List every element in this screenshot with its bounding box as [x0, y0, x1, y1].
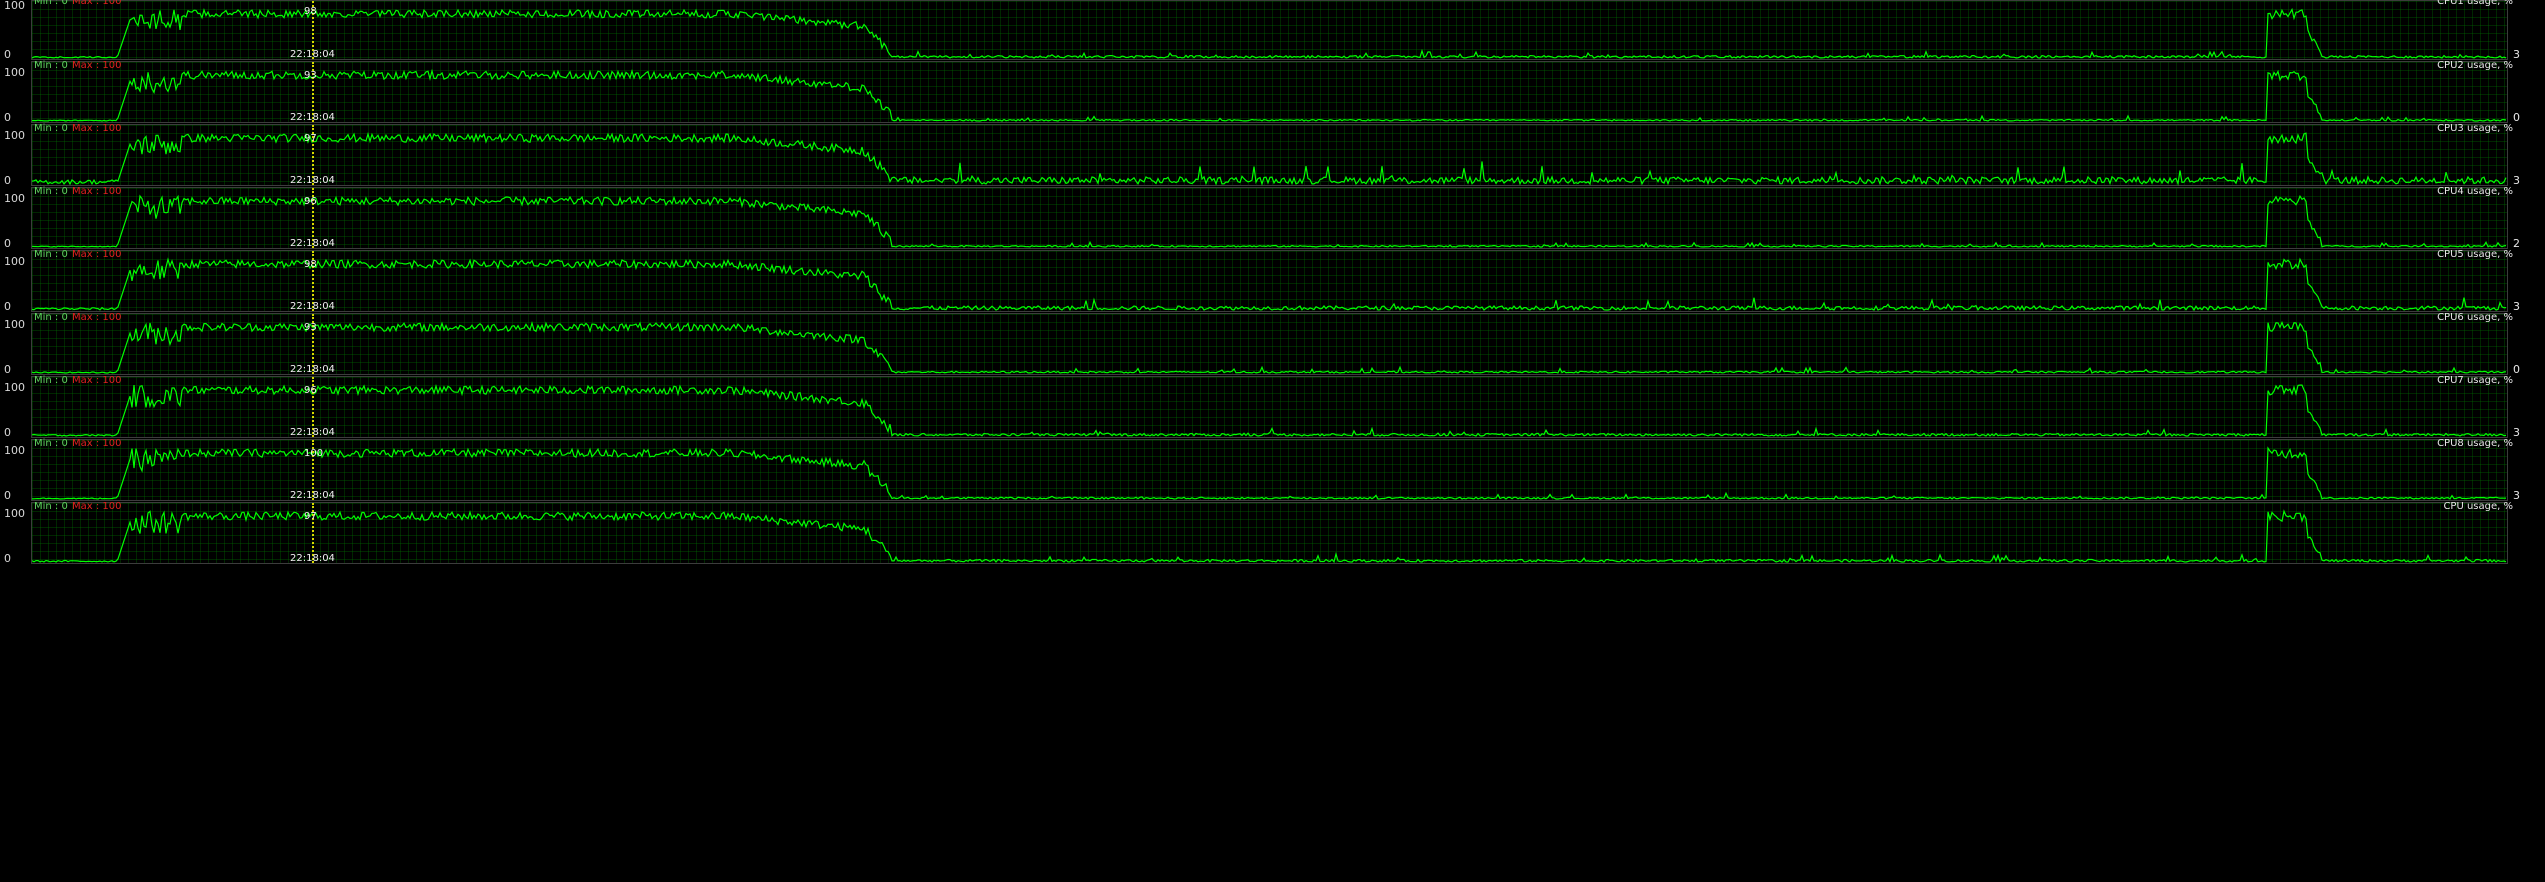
y-axis-min-label: 0: [4, 237, 11, 250]
usage-trace: [32, 7, 2507, 59]
current-value-label: 2: [2513, 237, 2520, 250]
graph-title: CPU7 usage, %: [2437, 375, 2513, 386]
graph-panel-4[interactable]: 100 0 Min : 0 Max : 100 CPU4 usage, % 96 22:18…: [0, 186, 2545, 250]
y-axis-max-label: 100: [4, 129, 25, 142]
min-value-label: Min : 0: [34, 0, 68, 7]
graph-panel-9[interactable]: 100 0 Min : 0 Max : 100 CPU usage, % 97 22:18:…: [0, 501, 2545, 565]
graph-panel-8[interactable]: 100 0 Min : 0 Max : 100 CPU8 usage, % 100 22:1…: [0, 438, 2545, 502]
usage-trace: [32, 68, 2507, 122]
y-axis-max-label: 100: [4, 66, 25, 79]
min-value-label: Min : 0: [34, 249, 68, 260]
y-axis-min-label: 0: [4, 48, 11, 61]
max-value-label: Max : 100: [72, 123, 122, 134]
graph-panel-2[interactable]: 100 0 Min : 0 Max : 100 CPU2 usage, % 93 22:18…: [0, 60, 2545, 124]
usage-trace: [32, 131, 2507, 187]
usage-trace: [32, 509, 2507, 564]
graph-panel-6[interactable]: 100 0 Min : 0 Max : 100 CPU6 usage, % 93 22:18…: [0, 312, 2545, 376]
graph-panel-7[interactable]: 100 0 Min : 0 Max : 100 CPU7 usage, % 96 22:18…: [0, 375, 2545, 439]
cursor-value-label: 93: [304, 70, 317, 81]
graph-plot-area[interactable]: [31, 250, 2508, 312]
y-axis-max-label: 100: [4, 318, 25, 331]
usage-trace: [32, 257, 2507, 312]
y-axis-max-label: 100: [4, 0, 25, 12]
y-axis-max-label: 100: [4, 444, 25, 457]
max-value-label: Max : 100: [72, 375, 122, 386]
min-value-label: Min : 0: [34, 312, 68, 323]
y-axis-min-label: 0: [4, 111, 11, 124]
cursor-value-label: 98: [304, 6, 317, 17]
graph-plot-area[interactable]: [31, 124, 2508, 187]
graph-plot-area[interactable]: [31, 61, 2508, 123]
min-value-label: Min : 0: [34, 123, 68, 134]
cursor-value-label: 97: [304, 511, 317, 522]
graph-title: CPU1 usage, %: [2437, 0, 2513, 7]
graph-title: CPU5 usage, %: [2437, 249, 2513, 260]
y-axis-min-label: 0: [4, 552, 11, 565]
max-value-label: Max : 100: [72, 501, 122, 512]
cursor-time-label: 22:18:04: [290, 49, 335, 60]
graph-panel-5[interactable]: 100 0 Min : 0 Max : 100 CPU5 usage, % 98 22:18…: [0, 249, 2545, 313]
cursor-time-label: 22:18:04: [290, 301, 335, 312]
cursor-time-label: 22:18:04: [290, 112, 335, 123]
cursor-time-label: 22:18:04: [290, 364, 335, 375]
usage-trace: [32, 446, 2507, 500]
max-value-label: Max : 100: [72, 438, 122, 449]
y-axis-min-label: 0: [4, 174, 11, 187]
cursor-time-label: 22:18:04: [290, 427, 335, 438]
hardware-monitor: 100 0 Min : 0 Max : 100 CPU1 usage, % 98 22:18…: [0, 0, 2545, 882]
y-axis-max-label: 100: [4, 507, 25, 520]
y-axis-max-label: 100: [4, 381, 25, 394]
y-axis-min-label: 0: [4, 300, 11, 313]
current-value-label: 3: [2513, 48, 2520, 61]
max-value-label: Max : 100: [72, 312, 122, 323]
graph-panel-3[interactable]: 100 0 Min : 0 Max : 100 CPU3 usage, % 97 22:18…: [0, 123, 2545, 187]
usage-trace: [32, 320, 2507, 375]
cursor-time-label: 22:18:04: [290, 490, 335, 501]
graph-title: CPU3 usage, %: [2437, 123, 2513, 134]
graph-plot-area[interactable]: [31, 0, 2508, 60]
min-value-label: Min : 0: [34, 438, 68, 449]
usage-trace: [32, 194, 2507, 248]
min-value-label: Min : 0: [34, 60, 68, 71]
graph-plot-area[interactable]: [31, 187, 2508, 249]
current-value-label: 0: [2513, 111, 2520, 124]
y-axis-min-label: 0: [4, 426, 11, 439]
max-value-label: Max : 100: [72, 249, 122, 260]
current-value-label: 3: [2513, 300, 2520, 313]
current-value-label: 3: [2513, 426, 2520, 439]
cursor-value-label: 100: [304, 448, 324, 459]
current-value-label: 0: [2513, 363, 2520, 376]
min-value-label: Min : 0: [34, 501, 68, 512]
y-axis-min-label: 0: [4, 363, 11, 376]
cursor-value-label: 98: [304, 259, 317, 270]
graph-title: CPU4 usage, %: [2437, 186, 2513, 197]
cursor-time-label: 22:18:04: [290, 553, 335, 564]
cursor-value-label: 97: [304, 133, 317, 144]
y-axis-max-label: 100: [4, 255, 25, 268]
max-value-label: Max : 100: [72, 186, 122, 197]
y-axis-min-label: 0: [4, 489, 11, 502]
graph-plot-area[interactable]: [31, 313, 2508, 375]
min-value-label: Min : 0: [34, 186, 68, 197]
graph-title: CPU usage, %: [2443, 501, 2513, 512]
graph-plot-area[interactable]: [31, 439, 2508, 501]
graph-plot-area[interactable]: [31, 376, 2508, 438]
usage-trace: [32, 383, 2507, 437]
cursor-time-label: 22:18:04: [290, 175, 335, 186]
graph-plot-area[interactable]: [31, 502, 2508, 564]
cursor-time-label: 22:18:04: [290, 238, 335, 249]
cursor-value-label: 96: [304, 196, 317, 207]
current-value-label: 3: [2513, 489, 2520, 502]
graph-title: CPU6 usage, %: [2437, 312, 2513, 323]
current-value-label: 3: [2513, 174, 2520, 187]
y-axis-max-label: 100: [4, 192, 25, 205]
cursor-value-label: 93: [304, 322, 317, 333]
max-value-label: Max : 100: [72, 60, 122, 71]
graph-panel-1[interactable]: 100 0 Min : 0 Max : 100 CPU1 usage, % 98 22:18…: [0, 0, 2545, 60]
min-value-label: Min : 0: [34, 375, 68, 386]
cursor-value-label: 96: [304, 385, 317, 396]
graph-title: CPU8 usage, %: [2437, 438, 2513, 449]
max-value-label: Max : 100: [72, 0, 122, 7]
graph-title: CPU2 usage, %: [2437, 60, 2513, 71]
